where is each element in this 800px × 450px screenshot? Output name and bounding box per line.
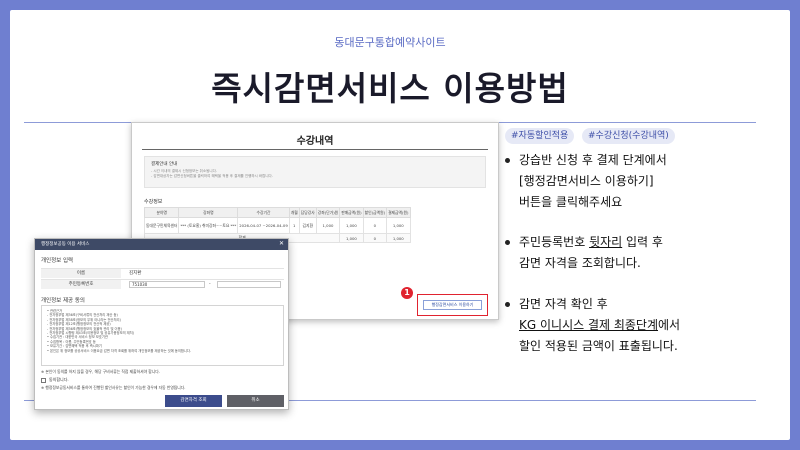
payment-notice: 결제안내 안내 - 시간 이내의 결제시 신청정보는 취소됩니다. - 감면대상… <box>144 156 486 188</box>
table-cell: 1 <box>288 217 300 234</box>
rrn-dash: - <box>209 282 211 287</box>
site-subtitle: 동대문구통합예약사이트 <box>334 36 446 49</box>
course-list-title: 수강내역 <box>296 136 334 147</box>
agree-checkbox[interactable] <box>41 377 46 383</box>
col-header: 분야명 <box>143 207 180 218</box>
modal-header: 행정정보공동 이용 서비스 <box>35 239 288 250</box>
input-section-title: 개인정보 입력 <box>41 258 74 264</box>
consent-note: ※ 본인이 동의를 하지 않을 경우, 해당 구비서류는 직접 제출하셔야 합니… <box>41 369 160 374</box>
bullet-text: 감면 자격을 조회합니다. <box>519 256 641 270</box>
bullet-dot <box>505 302 510 307</box>
bullet-text: [행정감면서비스 이용하기] <box>519 174 654 188</box>
table-cell: 1,000 <box>339 217 364 234</box>
rrn-row: 주민등록번호 751030 - <box>41 279 284 289</box>
consent-line: • 본인은 위 정보를 공공서비스 이용요금 감면 자격 조회를 위하여 개인정… <box>47 348 192 353</box>
agree-checkbox-row[interactable]: 동의합니다. <box>41 377 69 383</box>
bullet-text-underlined: 뒷자리 <box>589 235 623 249</box>
table-cell: 1,000 <box>339 233 364 243</box>
col-header: 판매금액(원) <box>339 207 364 218</box>
check-eligibility-button[interactable]: 감면자격 조회 <box>165 395 222 407</box>
table-cell: 김지환 <box>298 217 317 234</box>
service-note: ※ 행정정보공동서비스를 통하여 진행된 할인사유는 할인이 가능한 경우에 자… <box>41 385 186 390</box>
name-label: 이름 <box>41 269 121 278</box>
notice-heading: 결제안내 안내 <box>151 162 178 167</box>
bullet-text-part: 입력 후 <box>622 235 663 249</box>
col-header: 개월 <box>288 207 300 218</box>
step-number-badge: 1 <box>401 287 413 299</box>
table-cell: 동대문구민체육센터 <box>143 217 180 234</box>
col-header: 담당강사 <box>298 207 317 218</box>
bullet-dot <box>505 158 510 163</box>
apply-exemption-button[interactable]: 행정감면서비스 이용하기 <box>423 300 482 310</box>
col-header: 수강기간 <box>237 207 290 218</box>
bullet-text: 강습반 신청 후 결제 단계에서 <box>519 153 667 167</box>
bullet-text: KG 이니시스 결제 최종단계에서 <box>519 315 775 336</box>
col-header: 할인(금액원) <box>362 207 388 218</box>
bullet-dot <box>505 240 510 245</box>
table-row: 동대문구민체육센터 *** (토요홍) 취미강좌~~토요 *** 2026-04… <box>143 217 411 234</box>
table-cell: 1,000 <box>386 233 411 243</box>
bullet-step-2: 주민등록번호 뒷자리 입력 후 감면 자격을 조회합니다. <box>505 232 775 274</box>
verification-modal: 행정정보공동 이용 서비스 ✕ 개인정보 입력 이름 김지환 주민등록번호 75… <box>34 238 289 410</box>
bullet-text-part: 에서 <box>658 318 681 332</box>
rrn-front-input[interactable]: 751030 <box>129 281 205 288</box>
bullet-step-3: 감면 자격 확인 후 KG 이니시스 결제 최종단계에서 할인 적용된 금액이 … <box>505 294 775 357</box>
rrn-label: 주민등록번호 <box>41 280 121 289</box>
tag-course-application: #수강신청(수강내역) <box>582 128 675 144</box>
rrn-back-input[interactable] <box>217 281 281 288</box>
bullet-text: 주민등록번호 뒷자리 입력 후 <box>519 232 775 253</box>
bullet-text-part: 주민등록번호 <box>519 235 590 249</box>
table-cell: *** (토요홍) 취미강좌~~토요 *** <box>178 217 239 234</box>
table-cell: 0 <box>362 233 388 243</box>
agree-label: 동의합니다. <box>49 377 69 382</box>
cancel-button[interactable]: 취소 <box>227 395 284 407</box>
col-header: 강좌(단가)원 <box>315 207 341 218</box>
table-header-row: 분야명 강좌명 수강기간 개월 담당강사 강좌(단가)원 판매금액(원) 할인(… <box>143 207 411 218</box>
bullet-text: 감면 자격 확인 후 <box>519 297 608 311</box>
name-value: 김지환 <box>129 271 142 276</box>
table-cell: 0 <box>362 217 388 234</box>
notice-line: - 감면대상자는 감면신청버튼을 클릭하여 혜택을 적용 후 결제를 진행하시 … <box>151 174 273 178</box>
name-row: 이름 김지환 <box>41 268 284 278</box>
tag-auto-discount: #자동할인적용 <box>505 128 575 144</box>
highlight-box: 행정감면서비스 이용하기 <box>417 294 488 316</box>
consent-section-title: 개인정보 제공 동의 <box>41 298 85 304</box>
table-cell: 1,000 <box>386 217 411 234</box>
course-info-label: 수강정보 <box>144 199 163 205</box>
page-title: 즉시감면서비스 이용방법 <box>211 69 569 108</box>
table-cell: 1,000 <box>315 217 341 234</box>
close-icon[interactable]: ✕ <box>279 240 284 247</box>
col-header: 강좌명 <box>178 207 239 218</box>
bullet-text: 버튼을 클릭해주세요 <box>519 195 623 209</box>
bullet-text-underlined: KG 이니시스 결제 최종단계 <box>519 318 659 332</box>
bullet-step-1: 강습반 신청 후 결제 단계에서 [행정감면서비스 이용하기] 버튼을 클릭해주… <box>505 150 775 213</box>
col-header: 결제금액(원) <box>386 207 411 218</box>
bullet-text: 할인 적용된 금액이 표출됩니다. <box>519 339 678 353</box>
title-underline <box>142 149 488 150</box>
table-cell: 2026-04-07 ~2026-04-09 <box>237 217 290 234</box>
consent-text-box[interactable]: • 관련근거 - 전자정부법 제36조(구비서류의 전산처리 재산 등) - 전… <box>41 305 284 366</box>
